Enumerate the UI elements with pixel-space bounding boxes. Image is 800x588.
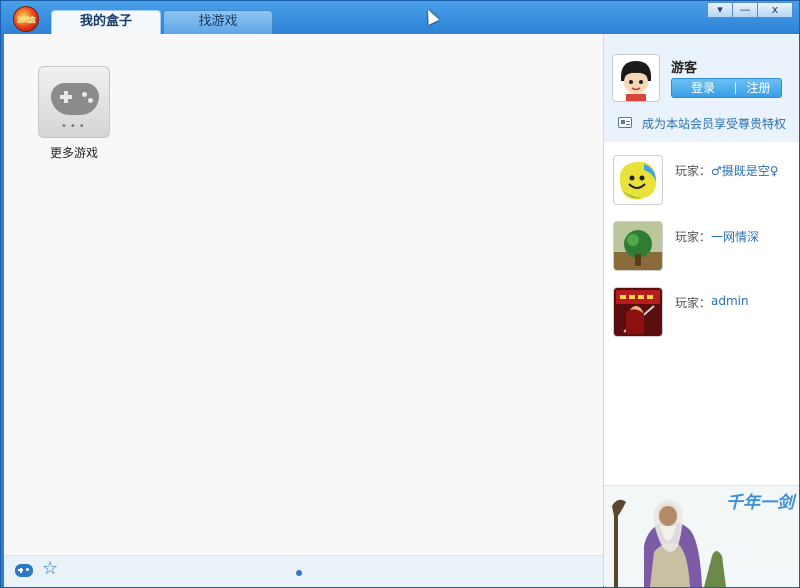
more-games-label[interactable]: 更多游戏	[38, 144, 110, 161]
mouse-cursor-icon	[422, 7, 440, 25]
promo-banner[interactable]: 千年一剑	[604, 485, 799, 587]
game-grid: ••• 更多游戏	[4, 34, 603, 555]
player-prefix: 玩家：	[675, 230, 712, 244]
banner-title: 千年一剑	[726, 493, 794, 513]
tile-dots: •••	[61, 121, 88, 132]
tab-find-games[interactable]: 找游戏	[163, 10, 273, 34]
page-indicator-dot[interactable]	[296, 570, 302, 576]
app-window: 游戏盒 我的盒子 找游戏 ▾ — x ••• 更多游戏 ☆ 游客 登录 注册 成…	[0, 0, 800, 588]
bottom-bar: ☆	[4, 555, 603, 587]
gamepad-icon[interactable]	[15, 564, 33, 577]
app-logo: 游戏盒	[13, 6, 39, 32]
player-thumbnail[interactable]	[613, 155, 663, 205]
login-register-bar: 登录 注册	[671, 78, 782, 98]
close-button[interactable]: x	[757, 2, 793, 18]
sidebar: 游客 登录 注册 成为本站会员享受尊贵特权 玩家： ♂摄既是空♀ 玩家： 一网情…	[603, 34, 799, 587]
player-prefix: 玩家：	[675, 164, 712, 178]
user-panel: 游客 登录 注册 成为本站会员享受尊贵特权	[604, 34, 799, 142]
logo-text: 游戏盒	[17, 16, 36, 24]
menu-button[interactable]: ▾	[707, 2, 733, 18]
gamepad-icon	[51, 83, 99, 115]
player-name[interactable]: admin	[711, 294, 749, 308]
member-card-icon	[618, 117, 632, 128]
tab-my-box[interactable]: 我的盒子	[51, 10, 161, 34]
player-entry[interactable]: 玩家： 一网情深	[604, 221, 799, 281]
avatar	[612, 54, 660, 102]
player-entry[interactable]: 玩家： ♂摄既是空♀	[604, 155, 799, 215]
more-games-tile[interactable]: •••	[38, 66, 110, 138]
star-icon[interactable]: ☆	[42, 558, 58, 580]
guest-username: 游客	[671, 61, 698, 76]
player-thumbnail[interactable]	[613, 287, 663, 337]
minimize-button[interactable]: —	[732, 2, 758, 18]
register-button[interactable]: 注册	[736, 79, 781, 97]
player-name[interactable]: 一网情深	[711, 228, 759, 245]
title-bar[interactable]: 游戏盒 我的盒子 找游戏 ▾ — x	[1, 1, 799, 34]
player-prefix: 玩家：	[675, 296, 712, 310]
player-thumbnail[interactable]	[613, 221, 663, 271]
login-button[interactable]: 登录	[672, 79, 734, 97]
player-name[interactable]: ♂摄既是空♀	[711, 162, 779, 179]
member-promo-link[interactable]: 成为本站会员享受尊贵特权	[642, 115, 786, 132]
player-entry[interactable]: 玩家： admin	[604, 287, 799, 347]
